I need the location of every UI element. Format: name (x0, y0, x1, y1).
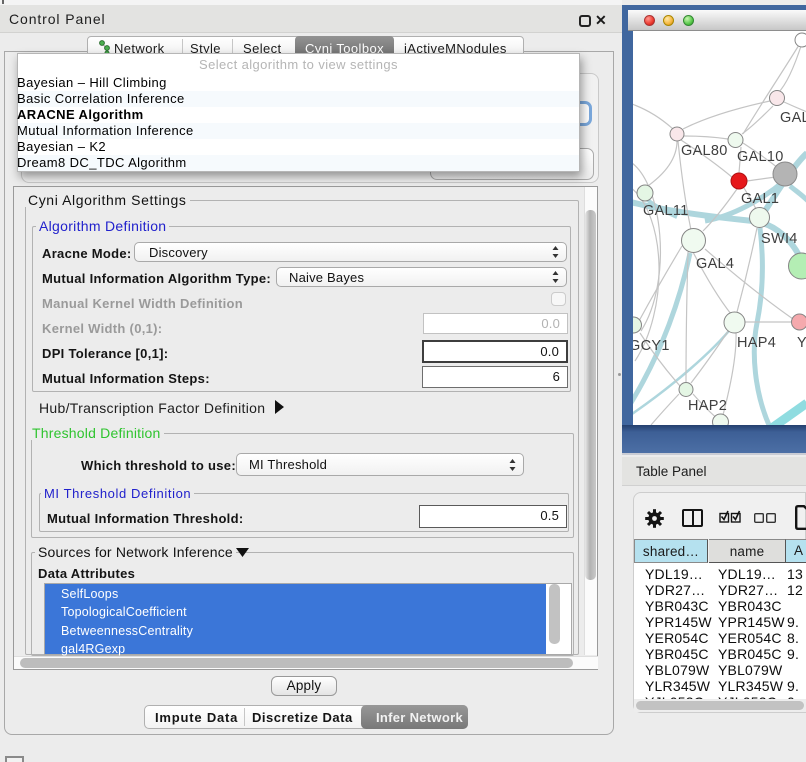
svg-text:GAL1: GAL1 (741, 191, 779, 207)
svg-text:HAP4: HAP4 (737, 335, 776, 351)
svg-text:GAL4: GAL4 (696, 256, 734, 272)
svg-text:GAL11: GAL11 (643, 203, 689, 219)
svg-text:SWI4: SWI4 (761, 231, 798, 247)
svg-text:HAP2: HAP2 (688, 398, 727, 414)
svg-text:GAL80: GAL80 (681, 143, 728, 159)
svg-text:GCY1: GCY1 (633, 338, 670, 354)
svg-text:GAL7: GAL7 (780, 110, 806, 126)
svg-text:Y: Y (797, 335, 806, 351)
svg-text:GAL10: GAL10 (737, 149, 784, 165)
